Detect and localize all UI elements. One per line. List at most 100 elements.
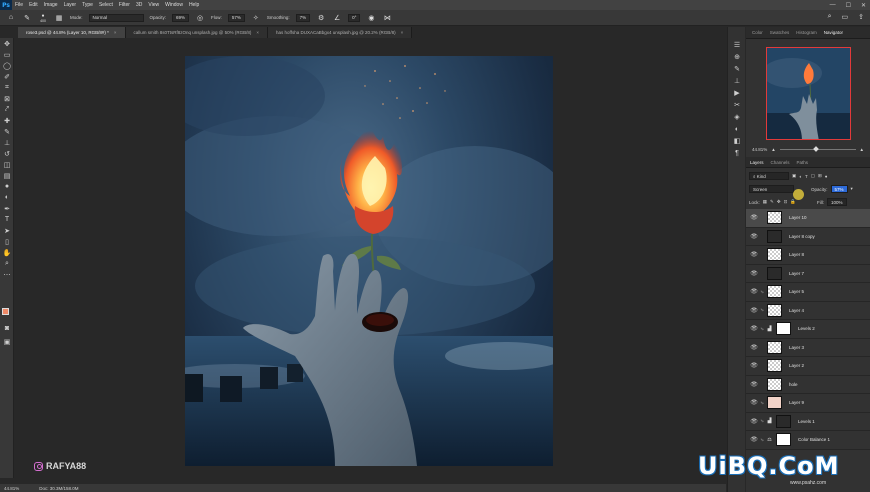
visibility-eye-icon[interactable]: 👁 <box>749 436 759 443</box>
status-zoom[interactable]: 44.81% <box>4 486 19 491</box>
history-brush-tool-icon[interactable]: ↺ <box>0 148 14 159</box>
lock-position-icon[interactable]: ✥ <box>777 199 781 205</box>
tab-close-icon[interactable]: × <box>256 30 259 35</box>
lock-transparent-icon[interactable]: ▦ <box>763 199 767 205</box>
rectangle-tool-icon[interactable]: ▯ <box>0 236 14 247</box>
visibility-eye-icon[interactable]: 👁 <box>749 270 759 277</box>
tab-swatches[interactable]: Swatches <box>770 30 790 35</box>
move-tool-icon[interactable]: ✥ <box>0 38 14 49</box>
tab-close-icon[interactable]: × <box>114 30 117 35</box>
lock-all-icon[interactable]: 🔒 <box>790 199 796 205</box>
tab-color[interactable]: Color <box>752 30 763 35</box>
layer-row[interactable]: 👁 Layer 7 <box>746 265 870 283</box>
brush-settings-icon[interactable]: ▦ <box>54 13 64 23</box>
type-tool-icon[interactable]: T <box>0 214 14 225</box>
layer-thumbnail[interactable] <box>767 229 782 243</box>
pressure-size-icon[interactable]: ◉ <box>366 13 376 23</box>
tab-has-hoffsha[interactable]: has hoffsha DUXACaBbgx4 unsplash.jpg @ 2… <box>268 27 413 38</box>
layer-row[interactable]: 👁 ⤷ ▟ Levels 1 <box>746 413 870 431</box>
layer-name[interactable]: Layer 3 <box>789 345 804 350</box>
styles-panel-icon[interactable]: ◧ <box>728 135 746 147</box>
layer-filter-kind[interactable]: ⌕ Kind <box>749 172 789 180</box>
tool-presets-icon[interactable]: ✂ <box>728 99 746 111</box>
menu-filter[interactable]: Filter <box>119 2 130 8</box>
mode-select[interactable]: Normal <box>88 13 144 22</box>
layer-row[interactable]: 👁 Layer 2 <box>746 357 870 376</box>
layer-row[interactable]: 👁 ⤷ ▟ Levels 2 <box>746 320 870 339</box>
layer-row[interactable]: 👁 Layer 10 <box>746 209 870 228</box>
visibility-eye-icon[interactable]: 👁 <box>749 362 759 369</box>
filter-adjustment-icon[interactable]: ◐ <box>799 174 802 179</box>
visibility-eye-icon[interactable]: 👁 <box>749 344 759 351</box>
brush-tool-icon[interactable]: ✎ <box>22 13 32 23</box>
tab-layers[interactable]: Layers <box>750 160 764 165</box>
smoothing-settings-icon[interactable]: ⚙ <box>316 13 326 23</box>
navigator-preview[interactable] <box>766 47 851 140</box>
layer-row[interactable]: 👁 hole <box>746 376 870 394</box>
lock-image-icon[interactable]: ✎ <box>770 199 774 205</box>
dodge-tool-icon[interactable]: ◐ <box>0 192 14 203</box>
menu-select[interactable]: Select <box>99 2 113 8</box>
menu-help[interactable]: Help <box>189 2 199 8</box>
menu-image[interactable]: Image <box>44 2 58 8</box>
history-panel-icon[interactable]: ☰ <box>728 39 746 51</box>
filter-smart-icon[interactable]: ⊞ <box>818 173 822 179</box>
close-icon[interactable]: ✕ <box>861 2 866 9</box>
status-doc-size[interactable]: Doc: 30.3M/158.0M <box>39 486 78 491</box>
symmetry-icon[interactable]: ⋈ <box>382 13 392 23</box>
tab-histogram[interactable]: Histogram <box>796 30 817 35</box>
visibility-eye-icon[interactable]: 👁 <box>749 381 759 388</box>
lock-artboard-icon[interactable]: ⊡ <box>784 199 788 205</box>
layer-thumbnail[interactable] <box>767 248 782 262</box>
menu-window[interactable]: Window <box>165 2 183 8</box>
visibility-eye-icon[interactable]: 👁 <box>749 233 759 240</box>
layer-mask-thumbnail[interactable] <box>776 414 791 428</box>
filter-type-icon[interactable]: T <box>805 174 808 179</box>
hand-tool-icon[interactable]: ✋ <box>0 247 14 258</box>
actions-panel-icon[interactable]: ▶ <box>728 87 746 99</box>
quick-mask-icon[interactable]: ◙ <box>0 323 14 334</box>
tab-navigator[interactable]: Navigator <box>824 30 843 35</box>
layer-opacity-input[interactable]: 57% <box>830 185 848 193</box>
artboard-tool-icon[interactable]: ▭ <box>0 49 14 60</box>
maximize-icon[interactable]: ☐ <box>846 2 851 9</box>
tab-paths[interactable]: Paths <box>797 160 809 165</box>
zoom-in-icon[interactable]: ▲ <box>860 147 864 152</box>
visibility-eye-icon[interactable]: 👁 <box>749 418 759 425</box>
layer-name[interactable]: Layer 8 copy <box>789 234 815 239</box>
layer-thumbnail[interactable] <box>767 211 782 225</box>
layer-name[interactable]: Layer 8 <box>789 252 804 257</box>
menu-layer[interactable]: Layer <box>64 2 77 8</box>
menu-view[interactable]: View <box>148 2 159 8</box>
zoom-out-icon[interactable]: ▲ <box>771 147 775 152</box>
clone-source-icon[interactable]: ⊥ <box>728 75 746 87</box>
eraser-tool-icon[interactable]: ◫ <box>0 159 14 170</box>
layer-name[interactable]: hole <box>789 382 798 387</box>
blend-mode-select[interactable]: Screen <box>749 185 794 193</box>
layer-thumbnail[interactable] <box>767 340 782 354</box>
screen-mode-icon[interactable]: ▣ <box>0 336 14 347</box>
menu-file[interactable]: File <box>15 2 23 8</box>
visibility-eye-icon[interactable]: 👁 <box>749 251 759 258</box>
navigator-zoom-value[interactable]: 44.81% <box>752 147 767 152</box>
layer-row[interactable]: 👁 ⤷ Layer 5 <box>746 283 870 302</box>
blur-tool-icon[interactable]: ● <box>0 181 14 192</box>
crop-tool-icon[interactable]: ⌗ <box>0 82 14 93</box>
menu-type[interactable]: Type <box>82 2 93 8</box>
airbrush-icon[interactable]: ✧ <box>251 13 261 23</box>
layer-row[interactable]: 👁 ⤷ Layer 9 <box>746 394 870 413</box>
layer-name[interactable]: Layer 5 <box>789 289 804 294</box>
layer-name[interactable]: Levels 1 <box>798 419 815 424</box>
chevron-down-icon[interactable]: ▾ <box>851 186 853 192</box>
layer-name[interactable]: Color Balance 1 <box>798 437 830 442</box>
minimize-icon[interactable]: — <box>830 2 836 8</box>
quick-select-tool-icon[interactable]: ✐ <box>0 71 14 82</box>
smoothing-input[interactable]: 7% <box>295 13 311 22</box>
layer-thumbnail[interactable] <box>767 303 782 317</box>
frame-tool-icon[interactable]: ⊠ <box>0 93 14 104</box>
pressure-opacity-icon[interactable]: ◎ <box>195 13 205 23</box>
layer-thumbnail[interactable] <box>767 396 782 410</box>
filter-toggle-icon[interactable]: ● <box>825 174 828 179</box>
layer-row[interactable]: 👁 Layer 8 copy <box>746 228 870 246</box>
menu-3d[interactable]: 3D <box>136 2 142 8</box>
